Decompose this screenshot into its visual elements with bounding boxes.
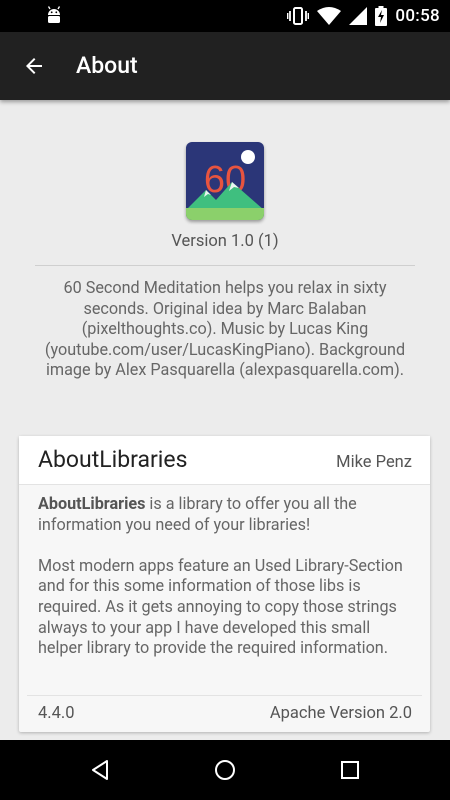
library-author[interactable]: Mike Penz bbox=[336, 453, 412, 472]
library-description-bold: AboutLibraries bbox=[38, 494, 146, 513]
wifi-icon bbox=[317, 7, 342, 25]
nav-back-button[interactable] bbox=[84, 754, 116, 786]
home-circle-icon bbox=[215, 760, 235, 780]
signal-icon bbox=[349, 7, 368, 25]
vibrate-icon bbox=[287, 7, 310, 25]
library-card[interactable]: AboutLibraries Mike Penz AboutLibraries … bbox=[19, 436, 430, 732]
nav-home-button[interactable] bbox=[209, 754, 241, 786]
library-card-footer: 4.4.0 Apache Version 2.0 bbox=[27, 695, 422, 733]
back-triangle-icon bbox=[92, 760, 108, 780]
about-content[interactable]: 60 Version 1.0 (1) 60 Second Meditation … bbox=[0, 100, 450, 740]
library-description: AboutLibraries is a library to offer you… bbox=[38, 494, 418, 659]
battery-charging-icon bbox=[375, 6, 388, 26]
navigation-bar bbox=[0, 740, 450, 800]
recents-square-icon bbox=[341, 761, 359, 779]
library-version: 4.4.0 bbox=[38, 704, 75, 723]
page-title: About bbox=[76, 52, 138, 79]
back-button[interactable] bbox=[20, 52, 48, 80]
divider bbox=[35, 265, 415, 266]
library-description-paragraph: Most modern apps feature an Used Library… bbox=[38, 555, 403, 658]
android-debug-icon bbox=[47, 6, 61, 23]
clock: 00:58 bbox=[395, 6, 440, 26]
app-icon: 60 bbox=[186, 142, 264, 220]
library-name: AboutLibraries bbox=[38, 446, 188, 473]
app-toolbar: About bbox=[0, 32, 450, 100]
app-description: 60 Second Meditation helps you relax in … bbox=[44, 278, 406, 380]
nav-recents-button[interactable] bbox=[334, 754, 366, 786]
arrow-back-icon bbox=[26, 58, 42, 74]
app-version: Version 1.0 (1) bbox=[171, 232, 279, 251]
status-bar: 00:58 bbox=[0, 0, 450, 32]
library-card-header[interactable]: AboutLibraries Mike Penz bbox=[19, 436, 430, 485]
library-license[interactable]: Apache Version 2.0 bbox=[270, 704, 412, 723]
